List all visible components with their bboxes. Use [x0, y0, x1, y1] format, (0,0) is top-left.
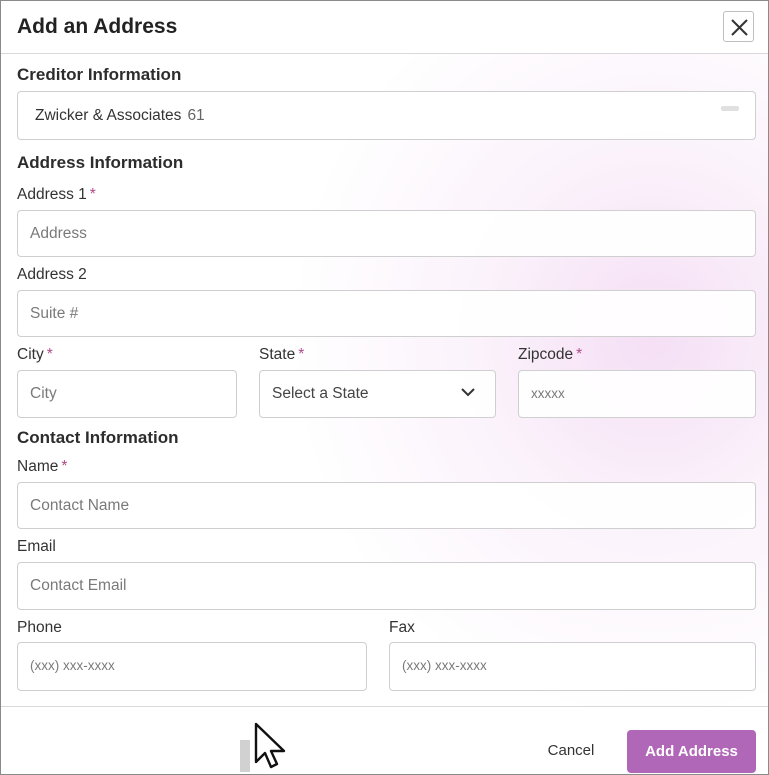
dialog-header: Add an Address [1, 1, 768, 54]
state-selected-value: Select a State [272, 385, 369, 402]
required-marker: * [46, 346, 53, 363]
fax-label: Fax [389, 619, 415, 637]
contact-name-label-text: Name [17, 458, 59, 475]
dialog-title: Add an Address [17, 15, 178, 38]
city-label: City * [17, 346, 53, 364]
required-marker: * [89, 186, 96, 203]
creditor-section-title: Creditor Information [17, 65, 182, 84]
zipcode-input[interactable]: xxxxx [518, 370, 756, 418]
address-section-title: Address Information [17, 153, 184, 172]
state-select[interactable]: Select a State [259, 370, 496, 418]
phone-input[interactable]: (xxx) xxx-xxxx [17, 642, 367, 691]
required-marker: * [298, 346, 305, 363]
creditor-name: Zwicker & Associates [35, 107, 182, 124]
creditor-display: Zwicker & Associates 61 [35, 107, 205, 125]
state-label: State * [259, 346, 304, 364]
state-label-text: State [259, 346, 296, 363]
add-address-button[interactable]: Add Address [627, 730, 756, 773]
creditor-number: 61 [187, 107, 205, 124]
zipcode-label: Zipcode * [518, 346, 582, 364]
address1-input[interactable]: Address [17, 210, 756, 257]
address2-input[interactable]: Suite # [17, 290, 756, 337]
phone-placeholder: (xxx) xxx-xxxx [30, 658, 115, 673]
fax-input[interactable]: (xxx) xxx-xxxx [389, 642, 756, 691]
fax-label-text: Fax [389, 619, 415, 636]
required-marker: * [576, 346, 583, 363]
cancel-button[interactable]: Cancel [536, 737, 606, 765]
dialog-footer: Cancel Add Address [1, 706, 768, 774]
address2-label-text: Address 2 [17, 266, 87, 283]
phone-label-text: Phone [17, 619, 62, 636]
close-icon [731, 19, 748, 36]
city-placeholder: City [30, 385, 57, 402]
contact-name-label: Name * [17, 458, 67, 476]
address1-placeholder: Address [30, 225, 87, 242]
address2-placeholder: Suite # [30, 305, 79, 322]
phone-label: Phone [17, 619, 62, 637]
city-input[interactable]: City [17, 370, 237, 418]
resize-handle-icon[interactable] [721, 106, 739, 111]
contact-name-placeholder: Contact Name [30, 497, 130, 514]
add-address-dialog: Add an Address Creditor Information Zwic… [0, 0, 769, 775]
zipcode-label-text: Zipcode [518, 346, 574, 363]
close-button[interactable] [723, 11, 754, 42]
zipcode-placeholder: xxxxx [531, 386, 565, 401]
creditor-field[interactable]: Zwicker & Associates 61 [17, 91, 756, 140]
email-placeholder: Contact Email [30, 577, 127, 594]
required-marker: * [61, 458, 68, 475]
contact-name-input[interactable]: Contact Name [17, 482, 756, 529]
chevron-down-icon [461, 388, 475, 397]
email-label: Email [17, 538, 56, 556]
email-label-text: Email [17, 538, 56, 555]
address2-label: Address 2 [17, 266, 87, 284]
mouse-pointer-icon [240, 722, 286, 772]
city-label-text: City [17, 346, 44, 363]
address1-label: Address 1 * [17, 186, 96, 204]
fax-placeholder: (xxx) xxx-xxxx [402, 658, 487, 673]
address1-label-text: Address 1 [17, 186, 87, 203]
email-input[interactable]: Contact Email [17, 562, 756, 610]
contact-section-title: Contact Information [17, 428, 179, 447]
